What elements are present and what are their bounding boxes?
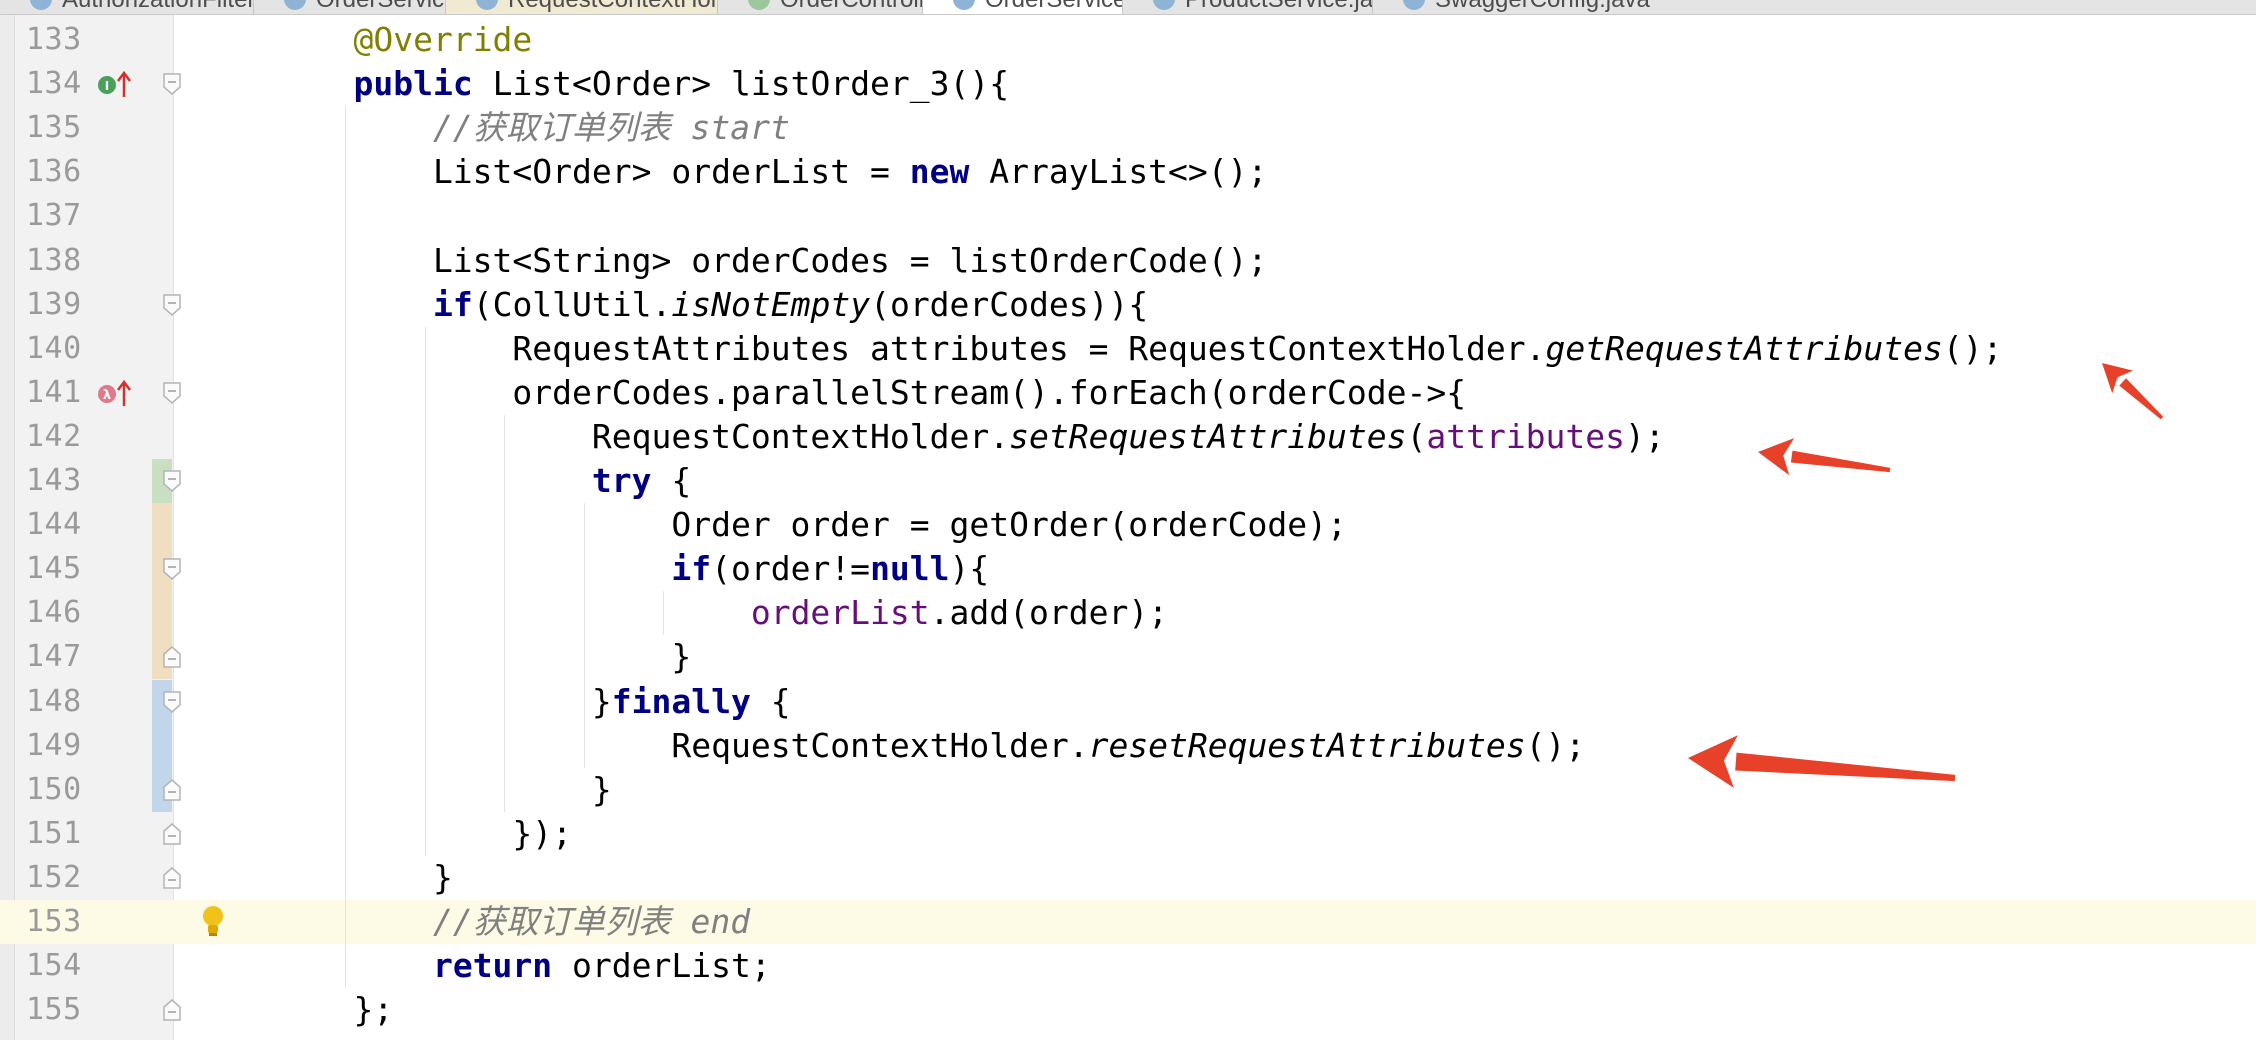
code-editor[interactable]: 133 @Override 134 public List<Order> list… [0, 0, 2256, 1040]
annotation-arrow [1688, 735, 1956, 788]
